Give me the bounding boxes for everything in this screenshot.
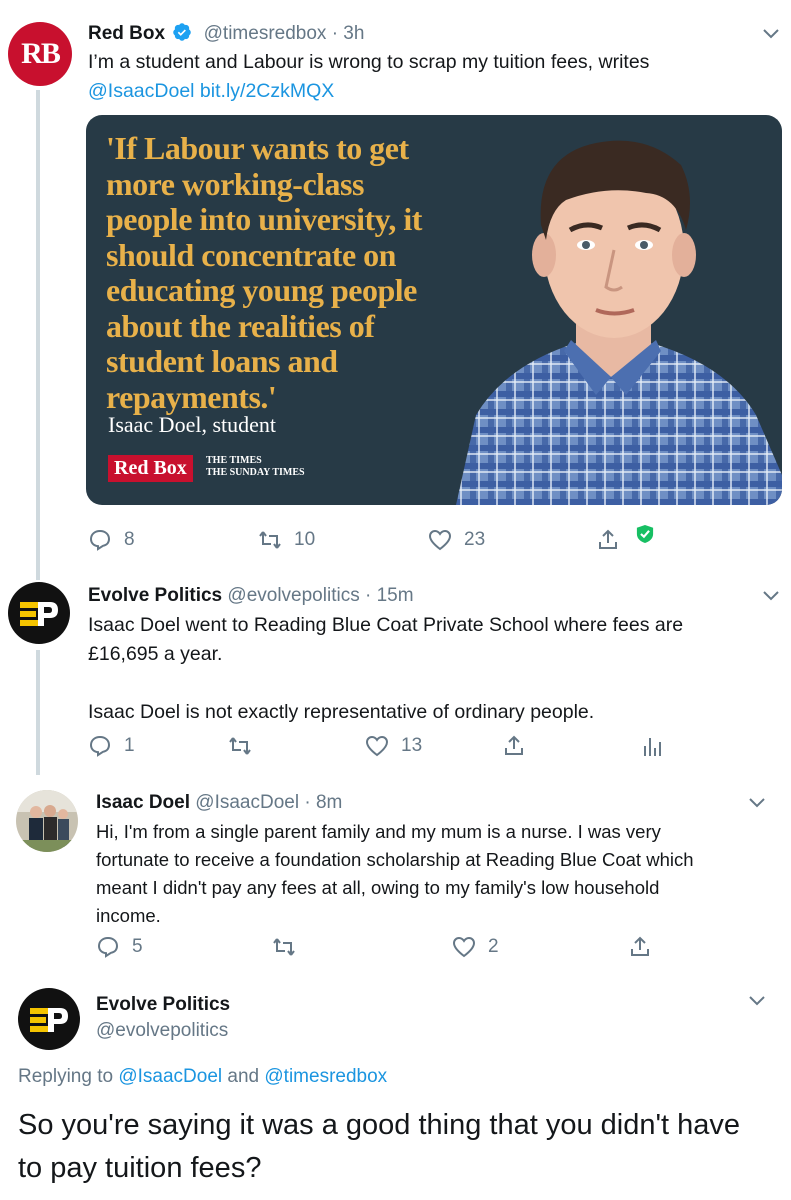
- like-count: 13: [401, 735, 423, 756]
- analytics-button[interactable]: [640, 734, 664, 758]
- reply-icon: [97, 936, 119, 958]
- chevron-down-icon[interactable]: [748, 797, 766, 809]
- handle[interactable]: @evolvepolitics: [227, 585, 359, 606]
- share-icon: [505, 735, 523, 755]
- retweet-icon: [259, 531, 281, 549]
- card-photo: [456, 140, 782, 505]
- like-count: 23: [464, 529, 486, 550]
- retweet-icon: [273, 938, 295, 956]
- heart-icon: [365, 735, 389, 757]
- like-count: 2: [488, 936, 499, 957]
- tweet-text-line: So you're saying it was a good thing tha…: [18, 1109, 741, 1141]
- tweet-text-line: £16,695 a year.: [88, 643, 223, 665]
- share-button[interactable]: [596, 528, 620, 552]
- tweet-text-line: Isaac Doel is not exactly representative…: [88, 701, 595, 723]
- tweet-text-line: meant I didn't pay any fees at all, owin…: [96, 877, 660, 898]
- reply-count: 8: [124, 529, 135, 550]
- tweet-text-line: fortunate to receive a foundation schola…: [96, 849, 694, 870]
- tweet-text-line: Hi, I'm from a single parent family and …: [96, 821, 661, 842]
- avatar-text: RB: [21, 37, 61, 70]
- evolve-logo-icon: [30, 1008, 68, 1032]
- replying-to: Replying to @IsaacDoel and @timesredbox: [18, 1066, 387, 1088]
- handle[interactable]: @evolvepolitics: [96, 1020, 228, 1042]
- avatar[interactable]: [16, 790, 78, 852]
- replying-and: and: [227, 1066, 260, 1087]
- analytics-icon: [644, 738, 661, 756]
- handle[interactable]: @timesredbox: [204, 23, 327, 44]
- avatar[interactable]: [18, 988, 80, 1050]
- chevron-down-icon[interactable]: [762, 590, 780, 602]
- tweet-text-line: to pay tuition fees?: [18, 1152, 262, 1184]
- like-button[interactable]: 2: [452, 935, 499, 959]
- share-icon: [631, 936, 649, 956]
- tweet-header: Isaac Doel @IsaacDoel · 8m: [96, 792, 342, 814]
- timestamp[interactable]: · 3h: [332, 23, 365, 44]
- tweet-text: So you're saying it was a good thing tha…: [18, 1104, 778, 1190]
- replying-user-link[interactable]: @timesredbox: [264, 1066, 387, 1087]
- redbox-logo: Red Box: [108, 455, 193, 482]
- tweet-text-line: income.: [96, 905, 161, 926]
- like-button[interactable]: 13: [365, 734, 422, 758]
- chevron-down-icon[interactable]: [762, 28, 780, 40]
- tweet-links[interactable]: @IsaacDoel bit.ly/2CzkMQX: [88, 77, 778, 106]
- card-author: Isaac Doel, student: [108, 412, 276, 437]
- reply-count: 5: [132, 936, 143, 957]
- retweet-icon: [229, 737, 251, 755]
- display-name[interactable]: Isaac Doel: [96, 792, 190, 813]
- times-line-2: THE SUNDAY TIMES: [206, 467, 305, 478]
- shield-check-icon: [636, 525, 654, 543]
- heart-icon: [452, 936, 476, 958]
- replying-prefix: Replying to: [18, 1066, 114, 1087]
- tweet-header: Evolve Politics @evolvepolitics · 15m: [88, 585, 414, 607]
- share-button[interactable]: [502, 734, 526, 758]
- retweet-button[interactable]: [228, 734, 252, 758]
- chevron-down-icon[interactable]: [748, 995, 766, 1007]
- retweet-button[interactable]: [272, 935, 296, 959]
- avatar[interactable]: RB: [8, 22, 72, 86]
- reply-button[interactable]: 1: [88, 734, 135, 758]
- share-button[interactable]: [628, 935, 652, 959]
- reply-button[interactable]: 5: [96, 935, 143, 959]
- evolve-logo-icon: [20, 602, 58, 626]
- heart-icon: [428, 529, 452, 551]
- display-name[interactable]: Evolve Politics: [88, 585, 222, 606]
- article-card[interactable]: 'If Labour wants to get more working-cla…: [86, 115, 782, 505]
- reply-icon: [89, 735, 111, 757]
- tweet-header: Red Box @timesredbox · 3h: [88, 22, 364, 45]
- timestamp[interactable]: · 8m: [304, 792, 342, 813]
- avatar[interactable]: [8, 582, 70, 644]
- display-name[interactable]: Evolve Politics: [96, 994, 230, 1016]
- share-icon: [599, 529, 617, 549]
- thread-line: [36, 650, 40, 775]
- verified-badge-icon: [173, 23, 192, 41]
- times-logo: THE TIMES THE SUNDAY TIMES: [206, 455, 305, 479]
- reply-count: 1: [124, 735, 135, 756]
- retweet-button[interactable]: 10: [258, 528, 315, 552]
- display-name[interactable]: Red Box: [88, 23, 165, 44]
- tweet-text: I’m a student and Labour is wrong to scr…: [88, 48, 778, 106]
- card-quote: 'If Labour wants to get more working-cla…: [106, 130, 422, 415]
- tweet-text-line: Isaac Doel went to Reading Blue Coat Pri…: [88, 614, 684, 636]
- tweet-text-line: I’m a student and Labour is wrong to scr…: [88, 51, 650, 73]
- reply-icon: [89, 529, 111, 551]
- timestamp[interactable]: · 15m: [365, 585, 414, 606]
- like-button[interactable]: 23: [428, 528, 485, 552]
- handle[interactable]: @IsaacDoel: [195, 792, 299, 813]
- reply-button[interactable]: 8: [88, 528, 135, 552]
- times-line-1: THE TIMES: [206, 455, 262, 466]
- tweet-text: Hi, I'm from a single parent family and …: [96, 818, 786, 930]
- retweet-count: 10: [294, 529, 316, 550]
- tweet-text: Isaac Doel went to Reading Blue Coat Pri…: [88, 611, 778, 727]
- thread-line: [36, 90, 40, 580]
- replying-user-link[interactable]: @IsaacDoel: [118, 1066, 222, 1087]
- avatar-photo: [16, 790, 78, 852]
